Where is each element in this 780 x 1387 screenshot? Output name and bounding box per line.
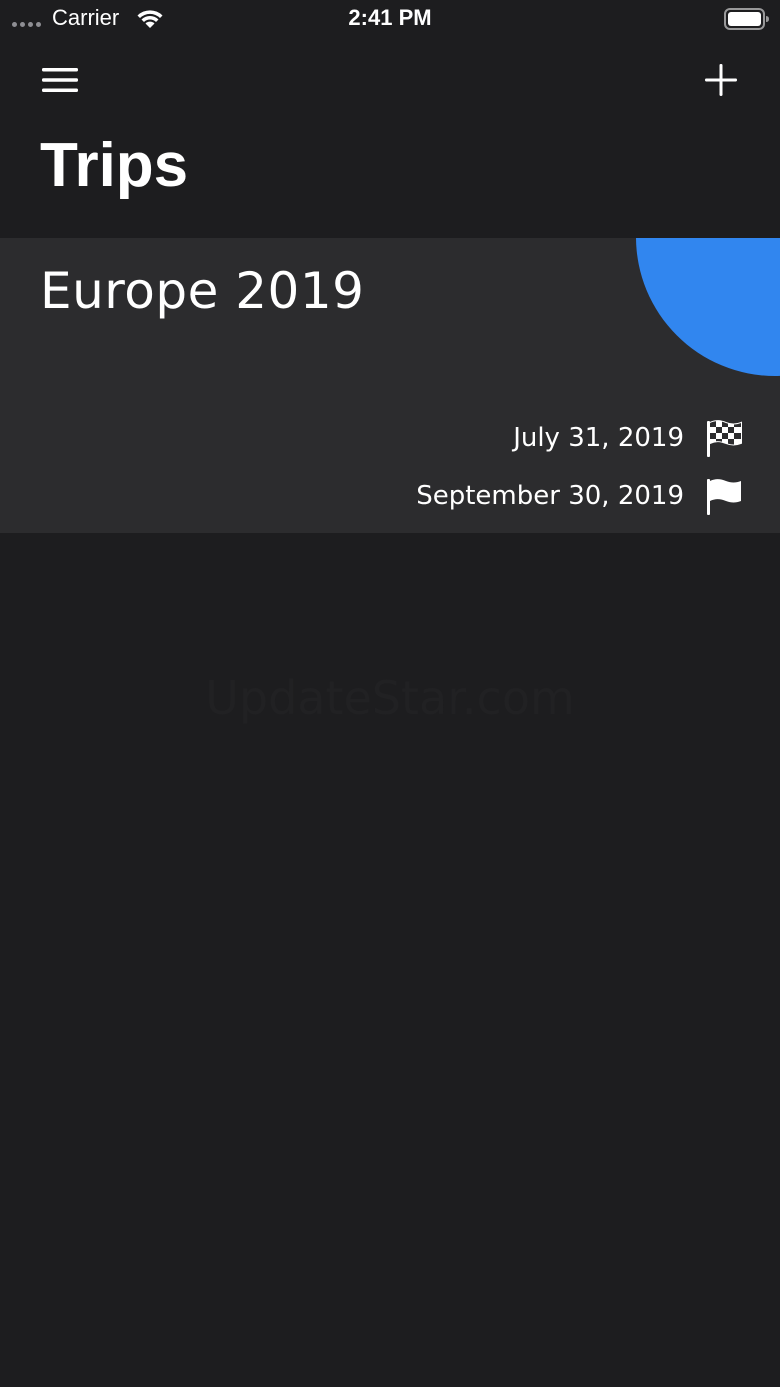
trip-color-blob: [636, 238, 780, 376]
watermark: UpdateStar.com: [205, 671, 575, 725]
checkered-flag-icon: [707, 420, 742, 457]
trip-end-date: September 30, 2019: [416, 481, 684, 511]
trip-card[interactable]: Europe 2019 July 31, 2019 September 30, …: [0, 238, 780, 533]
trip-end-row: September 30, 2019: [416, 476, 744, 516]
trip-start-date: July 31, 2019: [513, 423, 684, 453]
battery-icon: [724, 8, 769, 30]
status-bar: Carrier 2:41 PM: [0, 0, 780, 40]
plus-icon: [705, 64, 737, 96]
flag-icon: [707, 479, 741, 515]
clock: 2:41 PM: [348, 5, 432, 30]
page-title: Trips: [40, 131, 189, 200]
trip-name: Europe 2019: [40, 262, 365, 320]
hamburger-menu-icon: [42, 68, 78, 92]
add-trip-button[interactable]: [694, 56, 748, 104]
menu-button[interactable]: [32, 58, 88, 102]
trip-start-row: July 31, 2019: [513, 418, 744, 458]
